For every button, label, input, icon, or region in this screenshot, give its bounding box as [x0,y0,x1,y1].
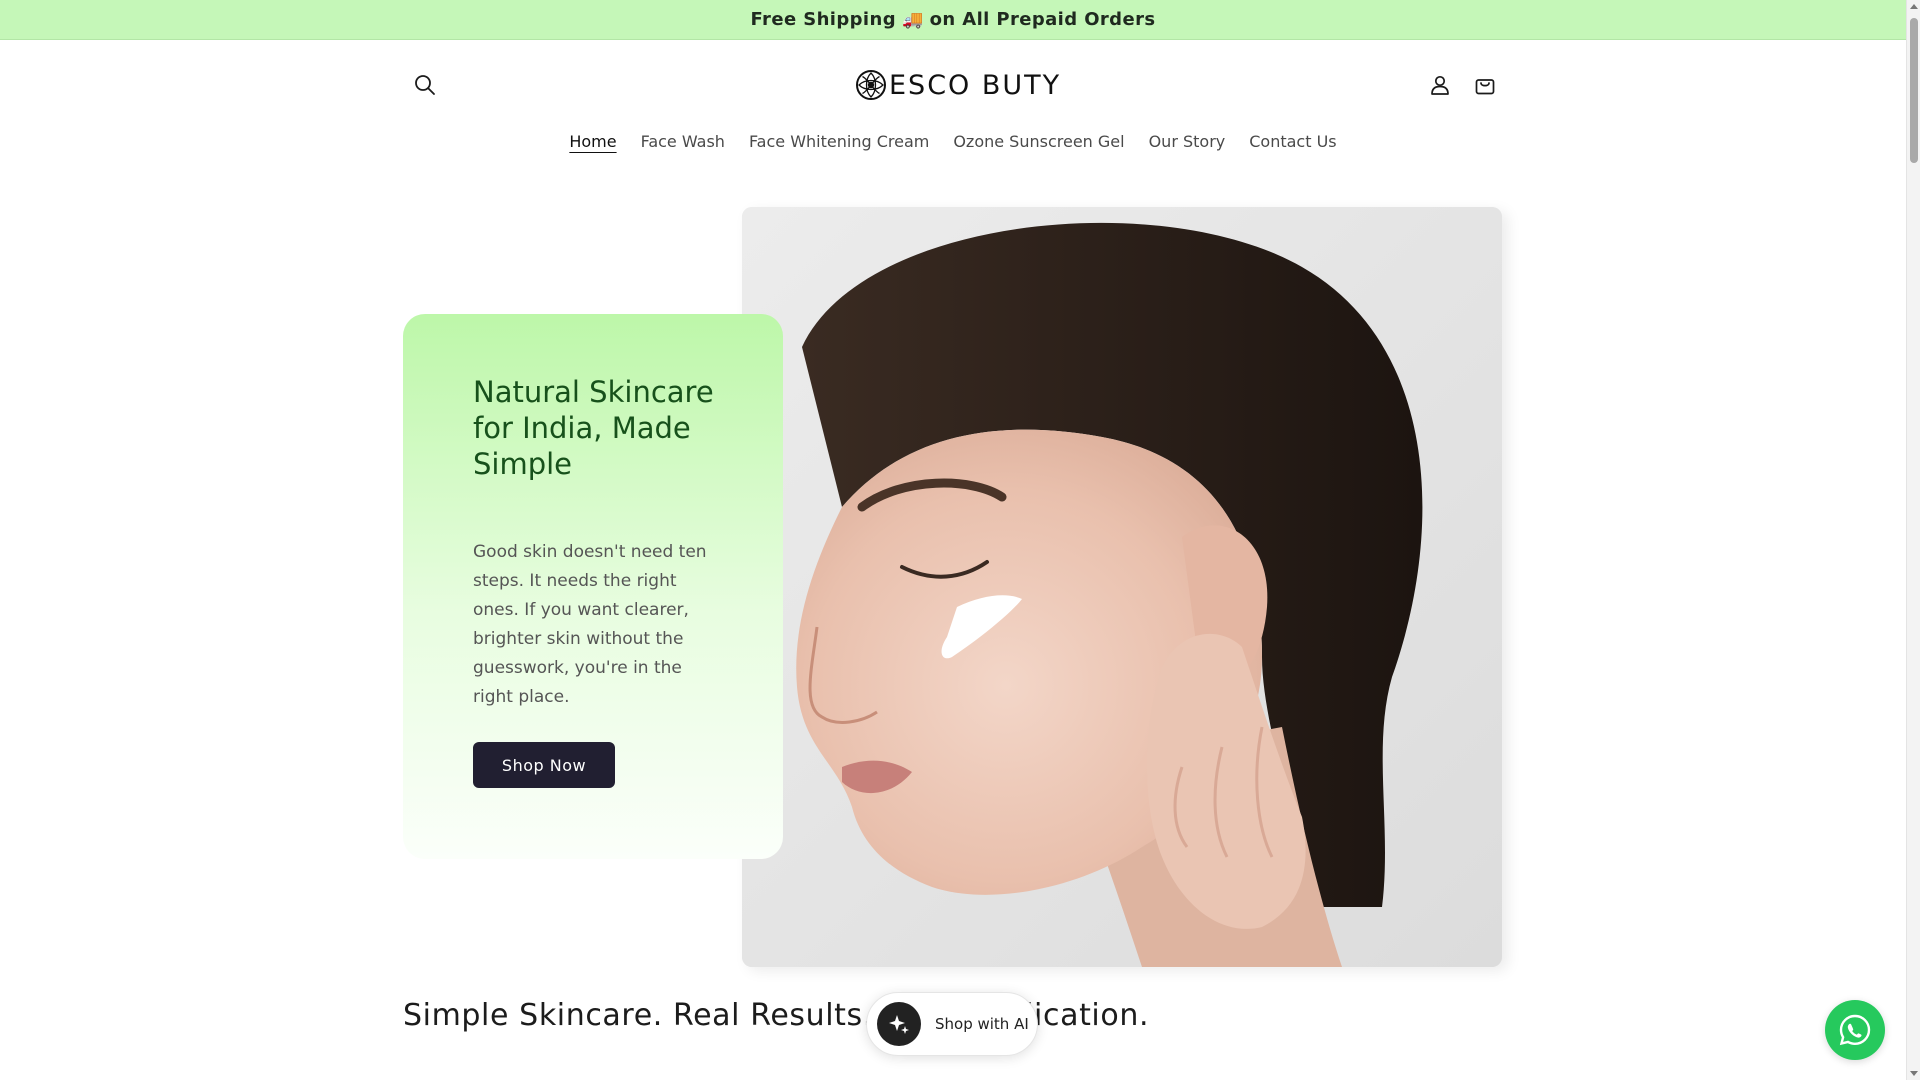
nav-item-ozone-sunscreen-gel[interactable]: Ozone Sunscreen Gel [953,130,1124,153]
hero-image [742,207,1502,967]
hero-description: Good skin doesn't need ten steps. It nee… [473,542,707,707]
nav-item-face-whitening-cream[interactable]: Face Whitening Cream [749,130,929,153]
whatsapp-button[interactable] [1825,1000,1885,1060]
nav-item-home[interactable]: Home [569,130,616,153]
shop-with-ai-button[interactable]: Shop with AI [866,992,1038,1056]
account-icon [1431,75,1449,95]
account-button[interactable] [1424,69,1456,101]
nav-item-our-story[interactable]: Our Story [1149,130,1226,153]
hero-heading: Natural Skincare for India, Made Simple [473,375,714,481]
truck-icon: 🚚 [902,9,924,30]
logo-mark-icon [856,70,886,100]
shop-with-ai-label: Shop with AI [935,1015,1029,1033]
search-button[interactable] [409,69,441,101]
whatsapp-icon [1839,1014,1871,1046]
scroll-up-arrow-icon[interactable] [1910,4,1918,9]
nav-item-contact-us[interactable]: Contact Us [1249,130,1336,153]
shop-now-button[interactable]: Shop Now [473,742,615,788]
announcement-text-after: on All Prepaid Orders [929,9,1156,30]
nav-item-face-wash[interactable]: Face Wash [641,130,725,153]
main-nav: Home Face Wash Face Whitening Cream Ozon… [0,130,1906,153]
cart-icon [1475,79,1495,95]
cart-button[interactable] [1469,69,1501,101]
scroll-down-arrow-icon[interactable] [1910,1071,1918,1076]
search-icon [415,75,435,95]
hero-model-illustration [742,207,1502,967]
announcement-text-before: Free Shipping [750,9,897,30]
scrollbar-thumb[interactable] [1910,18,1918,163]
page-scrollbar[interactable] [1906,0,1920,1080]
brand-logo[interactable]: ESCO BUTY [855,68,1061,102]
hero-card: Natural Skincare for India, Made Simple … [403,314,783,859]
announcement-bar: Free Shipping 🚚 on All Prepaid Orders [0,0,1906,40]
logo-text: ESCO BUTY [889,69,1062,101]
sparkle-icon [877,1002,921,1046]
